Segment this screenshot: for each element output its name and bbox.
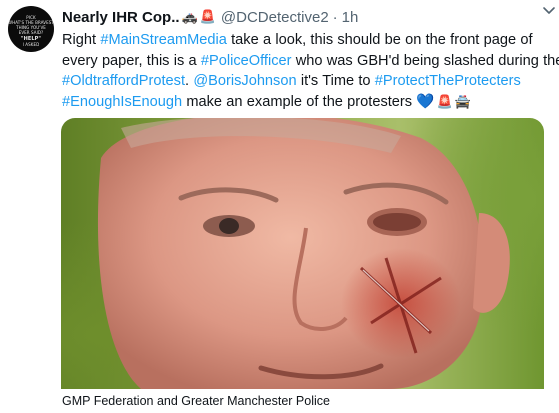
avatar-text: PICK WHAT'S THE BRAVEST THING YOU'VE EVE… [8,15,54,47]
media-photo[interactable] [61,118,544,389]
tweet-text-line: Right #MainStreamMedia take a look, this… [62,32,533,48]
siren-icon: 🚨 [436,94,453,110]
tweet-card[interactable]: PICK WHAT'S THE BRAVEST THING YOU'VE EVE… [0,0,559,411]
avatar[interactable]: PICK WHAT'S THE BRAVEST THING YOU'VE EVE… [8,6,54,52]
mention-link[interactable]: @BorisJohnson [193,73,296,89]
chevron-down-icon[interactable] [541,2,557,18]
separator-dot: · [332,8,338,26]
hashtag-link[interactable]: #OldtraffordProtest [62,73,185,89]
tweet-text-line: #EnoughIsEnough make an example of the p… [62,92,471,110]
display-name[interactable]: Nearly IHR Cop.. [62,9,180,26]
blue-heart-icon: 💙 [416,92,435,110]
handle[interactable]: @DCDetective2 [221,9,329,26]
hashtag-link[interactable]: #EnoughIsEnough [62,94,182,110]
timestamp[interactable]: 1h [342,9,359,26]
police-car-icon: 🚓 [181,9,198,25]
tweet-text-line: #OldtraffordProtest. @BorisJohnson it's … [62,73,521,89]
police-car-icon: 🚔 [454,94,471,110]
hashtag-link[interactable]: #PoliceOfficer [201,53,292,69]
tweet-text: Right #MainStreamMedia take a look, this… [62,30,559,113]
tweet-header: Nearly IHR Cop.. 🚓 🚨 @DCDetective2 · 1h [62,6,539,28]
hashtag-link[interactable]: #MainStreamMedia [100,32,227,48]
siren-icon: 🚨 [199,9,216,25]
tweet-text-line: every paper, this is a #PoliceOfficer wh… [62,52,559,69]
hashtag-link[interactable]: #ProtectTheProtecters [375,73,521,89]
media-caption: GMP Federation and Greater Manchester Po… [62,394,330,408]
face-photo-illustration [97,118,510,389]
